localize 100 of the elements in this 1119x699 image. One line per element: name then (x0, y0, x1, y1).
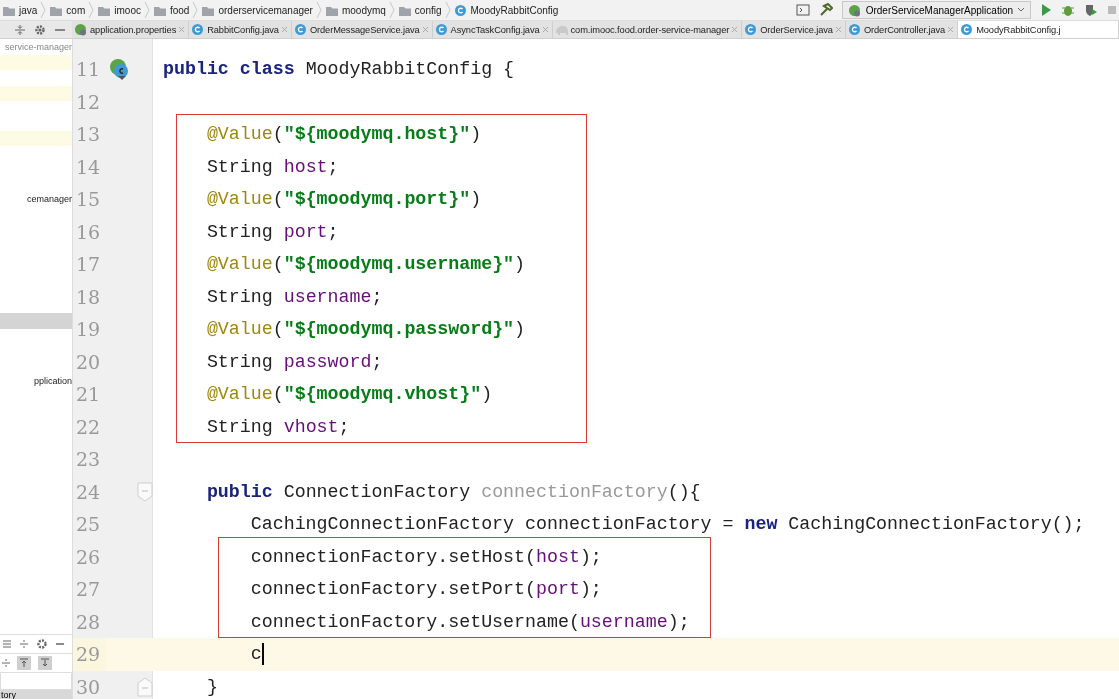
breadcrumb-item[interactable]: imooc (97, 3, 141, 17)
code-line: @Value("${moodymq.username}") (205, 254, 526, 275)
code-line: connectionFactory.setHost(host); (249, 546, 602, 567)
class-icon (434, 23, 449, 36)
editor-tab[interactable]: RabbitConfig.java (189, 21, 292, 38)
collapse-icon[interactable] (2, 658, 10, 668)
text-cursor (261, 643, 264, 666)
line-number: 17 (75, 252, 102, 278)
editor-tab[interactable]: OrderController.java (845, 21, 959, 38)
editor-tab[interactable]: AsyncTaskConfig.java (432, 21, 553, 38)
code-line: c (249, 644, 262, 665)
line-number: 15 (75, 187, 102, 213)
leaf-gear-icon (74, 23, 88, 36)
breadcrumb-item[interactable]: com (49, 3, 86, 17)
code-line: String username; (205, 286, 383, 307)
tree-row-highlight[interactable] (0, 131, 72, 147)
fold-icon[interactable] (137, 676, 153, 697)
settings-icon[interactable] (36, 638, 48, 650)
line-number: 29 (73, 638, 106, 671)
chevron-icon (192, 1, 199, 19)
breadcrumb-item[interactable]: moodymq (324, 3, 386, 17)
code-line: String vhost; (205, 416, 350, 437)
chevron-icon (315, 1, 322, 19)
close-icon[interactable] (947, 26, 955, 33)
run-configuration-dropdown[interactable]: OrderServiceManagerApplication (841, 1, 1031, 19)
align-top-icon[interactable] (17, 656, 31, 670)
fold-icon[interactable] (137, 481, 153, 502)
code-line: } (205, 676, 218, 697)
class-bean-icon[interactable] (109, 58, 129, 81)
line-number: 14 (75, 154, 102, 180)
hammer-icon[interactable] (818, 3, 833, 17)
breadcrumb-item[interactable]: java (2, 3, 38, 17)
close-icon[interactable] (178, 26, 186, 33)
breadcrumb-item[interactable]: config (397, 3, 442, 17)
list-icon[interactable] (2, 639, 12, 649)
align-bottom-icon[interactable] (38, 656, 52, 670)
editor-tab[interactable]: OrderMessageService.java (291, 21, 433, 38)
breadcrumb-item[interactable]: food (152, 3, 190, 17)
editor-tab[interactable]: OrderService.java (742, 21, 846, 38)
close-icon[interactable] (280, 26, 288, 33)
editor-tab[interactable]: com.imooc.food.order-service-manager (552, 21, 743, 38)
line-number: 16 (75, 219, 102, 245)
shield-run-icon[interactable] (1084, 3, 1098, 17)
leaf-gear-icon (847, 3, 862, 17)
tree-item[interactable]: cemanager (0, 191, 72, 208)
code-line: public class MoodyRabbitConfig { (163, 59, 515, 80)
caret-icon (1017, 7, 1025, 13)
line-number: 19 (75, 317, 102, 343)
chevron-icon (444, 1, 451, 19)
code-line: String password; (205, 351, 383, 372)
bug-icon[interactable] (1061, 3, 1075, 17)
terminal-icon[interactable] (795, 3, 810, 17)
tree-row-highlight[interactable] (0, 55, 72, 71)
tree-item[interactable]: service-manager (0, 40, 72, 56)
line-number: 28 (75, 609, 102, 635)
input-field[interactable] (0, 672, 72, 690)
breadcrumb-item[interactable]: orderservicemanager (201, 3, 313, 17)
close-icon[interactable] (834, 26, 842, 33)
line-number: 12 (75, 89, 102, 115)
chevron-icon (143, 1, 150, 19)
code-line: CachingConnectionFactory connectionFactory = new CachingConnectionFactory(); (249, 514, 1085, 535)
chevron-icon (40, 1, 47, 19)
code-line: connectionFactory.setUsername(username); (249, 611, 690, 632)
tree-row-highlight[interactable] (0, 85, 72, 101)
line-number: 20 (75, 349, 102, 375)
close-icon[interactable] (421, 26, 429, 33)
code-line: String port; (205, 221, 339, 242)
class-icon (960, 23, 975, 36)
stop-icon[interactable] (1107, 3, 1117, 17)
tree-item[interactable]: pplication (0, 374, 72, 390)
line-number: 24 (75, 479, 102, 505)
code-line: @Value("${moodymq.password}") (205, 319, 526, 340)
settings-icon[interactable] (34, 23, 46, 36)
breadcrumb-item[interactable]: MoodyRabbitConfig (453, 3, 559, 17)
line-number: 27 (75, 577, 102, 603)
line-number: 13 (75, 122, 102, 148)
panel-title: tory (0, 690, 72, 699)
code-line: String host; (205, 156, 339, 177)
line-number: 30 (75, 674, 102, 699)
code-line: @Value("${moodymq.port}") (205, 189, 482, 210)
close-icon[interactable] (731, 26, 739, 33)
line-number: 11 (75, 57, 102, 83)
code-line: public ConnectionFactory connectionFactory(){ (205, 481, 701, 502)
editor-tab[interactable]: MoodyRabbitConfig.j (958, 21, 1119, 38)
editor-tab[interactable]: application.properties (72, 21, 190, 38)
code-line: @Value("${moodymq.host}") (205, 124, 482, 145)
code-line: connectionFactory.setPort(port); (249, 579, 602, 600)
close-icon[interactable] (541, 26, 549, 33)
collapse-icon[interactable] (19, 639, 29, 649)
line-number: 18 (75, 284, 102, 310)
chevron-icon (388, 1, 395, 19)
class-icon (847, 23, 862, 36)
class-icon (744, 23, 759, 36)
line-number: 23 (75, 447, 102, 473)
line-number: 22 (75, 414, 102, 440)
line-number: 21 (75, 382, 102, 408)
class-icon (293, 23, 308, 36)
collapse-icon[interactable] (14, 23, 26, 36)
chevron-icon (88, 1, 95, 19)
run-icon[interactable] (1040, 3, 1052, 17)
